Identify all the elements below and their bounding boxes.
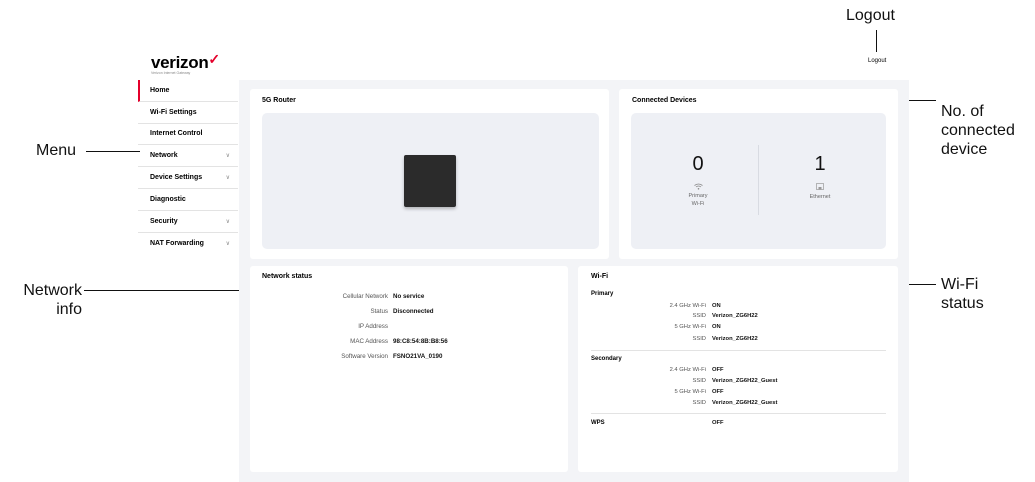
network-status-title: Network status (262, 273, 313, 280)
wifi-row-label: 2.4 GHz Wi-Fi (669, 367, 706, 373)
ethernet-device-count: 1 (814, 153, 826, 175)
connected-callout: No. of connected device (941, 103, 1015, 158)
sidebar-item-security[interactable]: Security ∨ (138, 211, 238, 233)
network-row-label: IP Address (358, 323, 388, 330)
network-row-label: Status (370, 308, 388, 315)
network-row-value: No service (393, 293, 425, 300)
logo-check-icon: ✓ (208, 51, 220, 67)
sidebar-item-diagnostic[interactable]: Diagnostic (138, 189, 238, 211)
wifi-row-label: SSID (692, 378, 706, 384)
ethernet-device-label: Ethernet (809, 194, 831, 200)
ethernet-icon (760, 183, 880, 192)
sidebar-item-wifi-settings[interactable]: Wi-Fi Settings (138, 102, 238, 124)
connected-devices-title: Connected Devices (632, 97, 697, 104)
sidebar-item-network[interactable]: Network ∨ (138, 145, 238, 168)
sidebar-item-label: Device Settings (150, 174, 203, 182)
verizon-logo: verizon✓ (151, 51, 220, 73)
wifi-row-value: Verizon_ZG6H22_Guest (712, 400, 778, 406)
wifi-row-label: 5 GHz Wi-Fi (674, 389, 706, 395)
logo-tagline: Verizon Internet Gateway (151, 71, 191, 75)
wifi-row-label: 5 GHz Wi-Fi (674, 324, 706, 330)
wifi-secondary-heading: Secondary (591, 356, 622, 362)
devices-divider (758, 145, 759, 215)
network-row-value: FSNO21VA_0190 (393, 353, 443, 360)
chevron-down-icon: ∨ (225, 240, 230, 247)
wifi-icon (638, 183, 758, 192)
network-info-callout-line (84, 290, 262, 291)
router-card-title: 5G Router (262, 97, 296, 104)
chevron-down-icon: ∨ (225, 153, 230, 160)
wifi-status-callout: Wi-Fi status (941, 276, 984, 312)
logout-callout-line (876, 30, 877, 52)
menu-callout-line (86, 151, 140, 152)
sidebar-item-label: Home (150, 86, 170, 94)
wifi-label-line1: Primary (688, 193, 708, 199)
sidebar-menu: Home Wi-Fi Settings Internet Control Net… (138, 80, 238, 254)
wifi-row-value: Verizon_ZG6H22_Guest (712, 378, 778, 384)
network-row-label: Cellular Network (342, 293, 388, 300)
wifi-label-line2: Wi-Fi (691, 201, 705, 207)
wifi-row-value: Verizon_ZG6H22 (712, 313, 758, 319)
logo-text: verizon (151, 53, 209, 72)
network-row-label: MAC Address (350, 338, 388, 345)
wifi-row-label: 2.4 GHz Wi-Fi (669, 303, 706, 309)
wifi-device-label: Primary Wi-Fi (638, 192, 758, 208)
wifi-device-count: 0 (692, 153, 704, 175)
sidebar-item-label: Security (150, 217, 178, 225)
wifi-row-value: ON (712, 324, 721, 330)
wifi-row-value: Verizon_ZG6H22 (712, 336, 758, 342)
menu-callout: Menu (36, 142, 77, 159)
network-info-callout: Network info (23, 282, 82, 318)
sidebar-item-nat-forwarding[interactable]: NAT Forwarding ∨ (138, 233, 238, 255)
chevron-down-icon: ∨ (225, 175, 230, 182)
wifi-section-divider (591, 350, 886, 351)
sidebar-item-internet-control[interactable]: Internet Control (138, 124, 238, 146)
router-device-image (404, 155, 456, 207)
network-row-value: 98:C8:54:8B:B8:56 (393, 338, 448, 345)
chevron-down-icon: ∨ (225, 218, 230, 225)
sidebar-item-label: Internet Control (150, 130, 203, 138)
wifi-row-value: OFF (712, 389, 724, 395)
network-row-value: Disconnected (393, 308, 434, 315)
logout-callout: Logout (846, 7, 895, 24)
sidebar-item-label: Diagnostic (150, 195, 186, 203)
wifi-section-divider (591, 413, 886, 414)
wifi-primary-heading: Primary (591, 291, 614, 297)
wps-label: WPS (591, 420, 605, 426)
wps-value: OFF (712, 420, 724, 426)
sidebar-item-label: NAT Forwarding (150, 239, 204, 247)
sidebar-item-label: Wi-Fi Settings (150, 108, 197, 116)
sidebar-item-device-settings[interactable]: Device Settings ∨ (138, 167, 238, 189)
wifi-row-value: ON (712, 303, 721, 309)
wifi-row-label: SSID (692, 400, 706, 406)
sidebar-item-home[interactable]: Home (138, 80, 238, 102)
wifi-row-value: OFF (712, 367, 724, 373)
wifi-card-title: Wi-Fi (591, 273, 609, 280)
wifi-row-label: SSID (692, 336, 706, 342)
network-row-label: Software Version (341, 353, 388, 360)
wifi-row-label: SSID (692, 313, 706, 319)
logout-link[interactable]: Logout (868, 58, 886, 64)
sidebar-item-label: Network (150, 152, 178, 160)
